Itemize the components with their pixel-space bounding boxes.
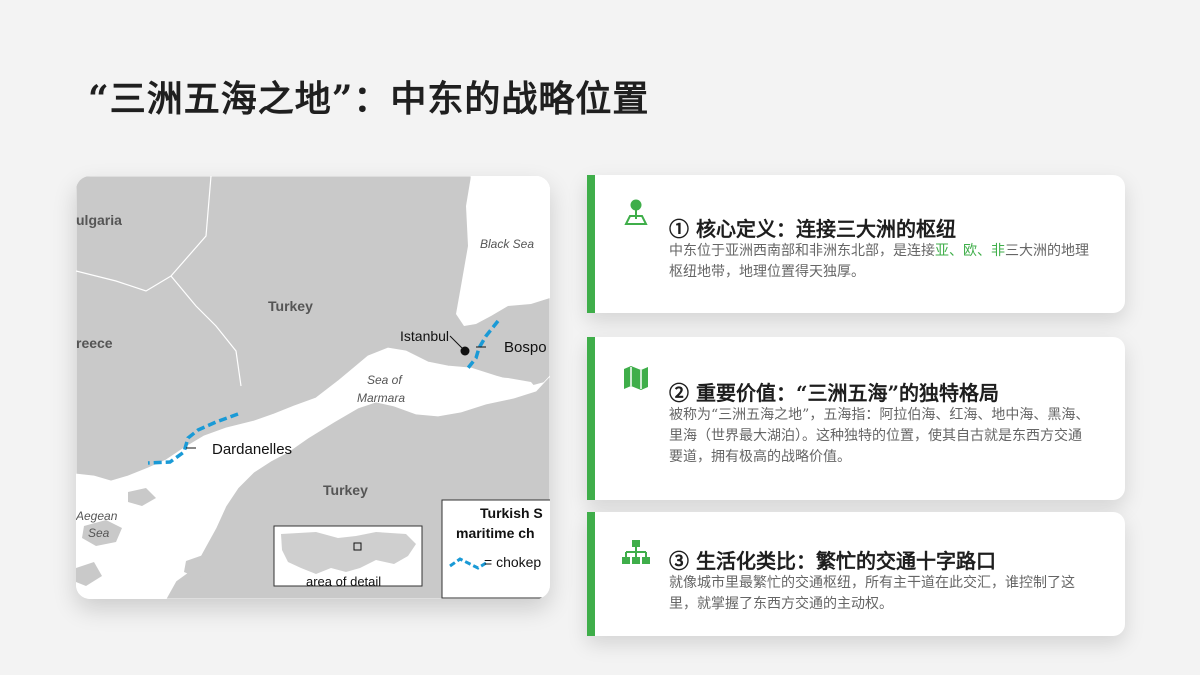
info-card-analogy: ③ 生活化类比：繁忙的交通十字路口 就像城市里最繁忙的交通枢纽，所有主干道在此交…	[587, 512, 1125, 636]
network-hierarchy-icon	[622, 540, 650, 564]
label-turkey-south: Turkey	[323, 482, 368, 498]
page-title: “三洲五海之地”：中东的战略位置	[88, 78, 650, 120]
card-body-highlight: 亚、欧、非	[935, 243, 1005, 259]
legend-title-line1: Turkish S	[480, 505, 543, 521]
card-body: 就像城市里最繁忙的交通枢纽，所有主干道在此交汇，谁控制了这里，就掌握了东西方交通…	[669, 575, 1075, 612]
label-black-sea: Black Sea	[480, 237, 534, 251]
folded-map-icon	[624, 366, 648, 390]
card-heading: ① 核心定义：连接三大洲的枢纽	[669, 217, 956, 241]
label-dardanelles: Dardanelles	[212, 441, 292, 458]
map-pin-icon	[624, 199, 648, 225]
card-body: 中东位于亚洲西南部和非洲东北部，是连接亚、欧、非三大洲的地理枢纽地带，地理位置得…	[669, 241, 1095, 283]
label-bulgaria: ulgaria	[76, 212, 122, 228]
legend-item: = chokep	[484, 554, 541, 570]
map-graphic: ulgaria reece Turkey Turkey Black Sea Is…	[76, 176, 550, 599]
turkish-straits-map: ulgaria reece Turkey Turkey Black Sea Is…	[76, 176, 550, 599]
card-accent-bar	[587, 512, 595, 636]
label-aegean-1: Aegean	[76, 509, 118, 523]
label-greece: reece	[76, 335, 113, 351]
card-body: 被称为“三洲五海之地”，五海指：阿拉伯海、红海、地中海、黑海、里海（世界最大湖泊…	[669, 407, 1090, 465]
info-card-key-value: ② 重要价值：“三洲五海”的独特格局 被称为“三洲五海之地”，五海指：阿拉伯海、…	[587, 337, 1125, 500]
map-legend: Turkish S maritime ch = chokep	[441, 499, 550, 599]
card-heading: ③ 生活化类比：繁忙的交通十字路口	[669, 549, 996, 573]
info-card-core-definition: ① 核心定义：连接三大洲的枢纽 中东位于亚洲西南部和非洲东北部，是连接亚、欧、非…	[587, 175, 1125, 313]
inset-label: area of detail	[306, 574, 381, 589]
inset-locator-map: area of detail	[273, 525, 423, 589]
label-turkey-north: Turkey	[268, 298, 313, 314]
label-istanbul: Istanbul	[400, 328, 449, 344]
label-bosporus: Bospo	[504, 339, 547, 356]
label-sea-of-marmara-1: Sea of	[367, 373, 403, 387]
card-accent-bar	[587, 175, 595, 313]
card-heading: ② 重要价值：“三洲五海”的独特格局	[669, 381, 999, 405]
card-body-prefix: 中东位于亚洲西南部和非洲东北部，是连接	[669, 243, 935, 259]
legend-title-line2: maritime ch	[456, 525, 535, 541]
label-aegean-2: Sea	[88, 526, 110, 540]
label-sea-of-marmara-2: Marmara	[357, 391, 405, 405]
card-accent-bar	[587, 337, 595, 500]
